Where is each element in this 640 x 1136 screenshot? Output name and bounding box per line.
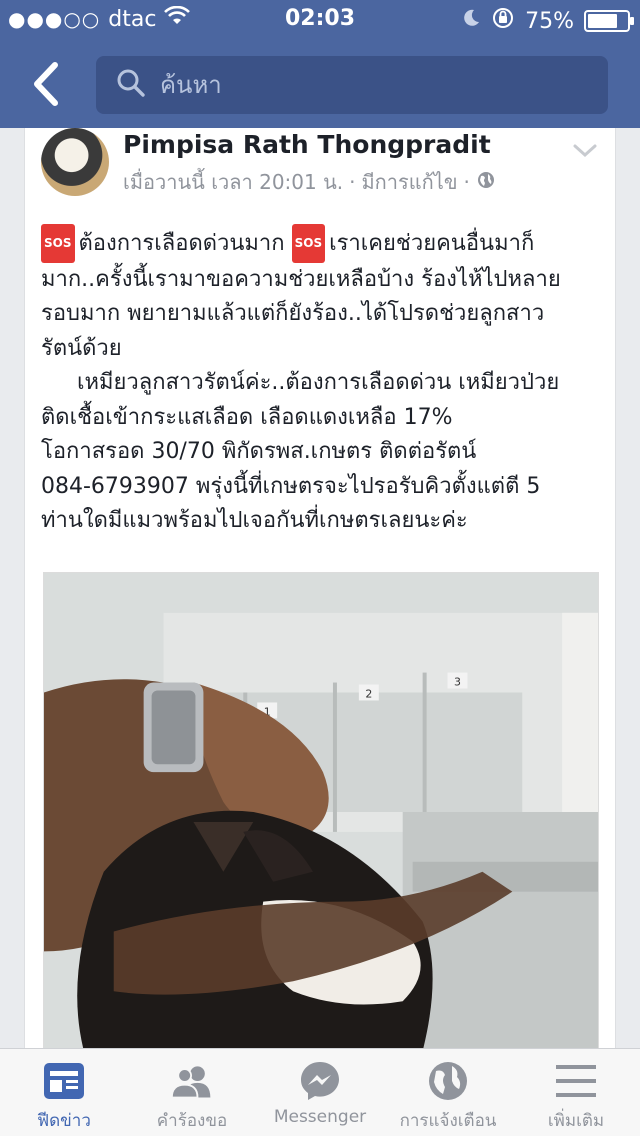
post-line: ท่านใดมีแมวพร้อมไปเจอกันที่เกษตรเลยนะค่ะ	[41, 508, 468, 533]
navigation-bar	[0, 40, 640, 128]
search-input[interactable]	[160, 71, 560, 99]
tab-label: Messenger	[273, 1107, 367, 1127]
tab-label: เพิ่มเติม	[547, 1111, 605, 1131]
post-line: มาก..ครั้งนี้เรามาขอความช่วยเหลือบ้าง ร้…	[41, 266, 561, 292]
edited-label[interactable]: มีการแก้ไข	[362, 166, 458, 198]
back-button[interactable]	[24, 58, 68, 110]
post-body: SOS ต้องการเลือดด่วนมาก SOS เราเคยช่วยคนอื…	[41, 224, 601, 539]
cage-label: 2	[365, 687, 372, 700]
post-line[interactable]: 084-6793907 พรุ่งนี้ที่เกษตรจะไปรอรับคิว…	[41, 470, 601, 505]
search-icon	[116, 68, 146, 102]
bottom-tab-bar: ฟีดข่าว คำร้องขอ Messenger การแจ้งเตือน …	[0, 1048, 640, 1136]
post-options-chevron-icon[interactable]	[571, 136, 599, 164]
cage-label: 3	[454, 676, 461, 689]
tab-label: การแจ้งเตือน	[399, 1111, 497, 1131]
top-bar: ●●●○○ dtac 02:03 75%	[0, 0, 640, 128]
search-bar[interactable]	[96, 56, 608, 114]
friend-requests-icon	[170, 1059, 214, 1103]
news-feed-icon	[42, 1059, 86, 1103]
post-line: เหมียวลูกสาวรัตน์ค่ะ..ต้องการเลือดด่วน เ…	[77, 370, 560, 395]
tab-news-feed[interactable]: ฟีดข่าว	[0, 1049, 128, 1136]
moon-icon	[461, 8, 481, 34]
post-meta: เมื่อวานนี้ เวลา 20:01 น. · มีการแก้ไข ·	[123, 166, 496, 198]
tab-label: คำร้องขอ	[156, 1111, 228, 1131]
public-globe-icon	[476, 170, 496, 195]
battery-icon	[584, 10, 634, 32]
post-author-name[interactable]: Pimpisa Rath Thongpradit	[123, 130, 491, 159]
globe-notifications-icon	[426, 1059, 470, 1103]
tab-messenger[interactable]: Messenger	[256, 1049, 384, 1136]
post-card: Pimpisa Rath Thongpradit เมื่อวานนี้ เวล…	[24, 128, 616, 1048]
meta-separator: ·	[349, 170, 356, 194]
sos-emoji-icon: SOS	[41, 224, 75, 263]
tab-more[interactable]: เพิ่มเติม	[512, 1049, 640, 1136]
battery-fill	[588, 14, 617, 28]
post-timestamp[interactable]: เมื่อวานนี้ เวลา 20:01 น.	[123, 166, 343, 198]
battery-percent: 75%	[525, 8, 574, 34]
rotation-lock-icon	[491, 6, 515, 36]
post-line: รอบมาก พยายามแล้วแต่ก็ยังร้อง..ได้โปรดช่…	[41, 301, 545, 326]
author-avatar[interactable]	[41, 128, 109, 196]
post-line: SOS ต้องการเลือดด่วนมาก SOS เราเคยช่วยคนอื…	[41, 224, 601, 263]
messenger-icon	[298, 1059, 342, 1103]
tab-notifications[interactable]: การแจ้งเตือน	[384, 1049, 512, 1136]
post-text-segment: ต้องการเลือดด่วนมาก	[78, 231, 285, 256]
post-text-segment: เราเคยช่วยคนอื่นมาก็	[329, 231, 535, 256]
tab-friend-requests[interactable]: คำร้องขอ	[128, 1049, 256, 1136]
post-line: โอกาสรอด 30/70 พิกัดรพส.เกษตร ติดต่อรัตน…	[41, 439, 477, 464]
post-line: รัตน์ด้วย	[41, 335, 122, 361]
tab-label: ฟีดข่าว	[37, 1111, 91, 1131]
post-line: ติดเชื้อเข้ากระแสเลือด เลือดแดงเหลือ 17%	[41, 404, 453, 430]
post-photo[interactable]: 1 2 3	[43, 572, 599, 1048]
sos-emoji-icon: SOS	[291, 224, 326, 263]
meta-separator: ·	[463, 170, 470, 194]
cat-photo-illustration: 1 2 3	[44, 573, 598, 1048]
menu-icon	[554, 1059, 598, 1103]
status-bar: ●●●○○ dtac 02:03 75%	[0, 0, 640, 40]
back-arrow-icon	[34, 62, 58, 106]
